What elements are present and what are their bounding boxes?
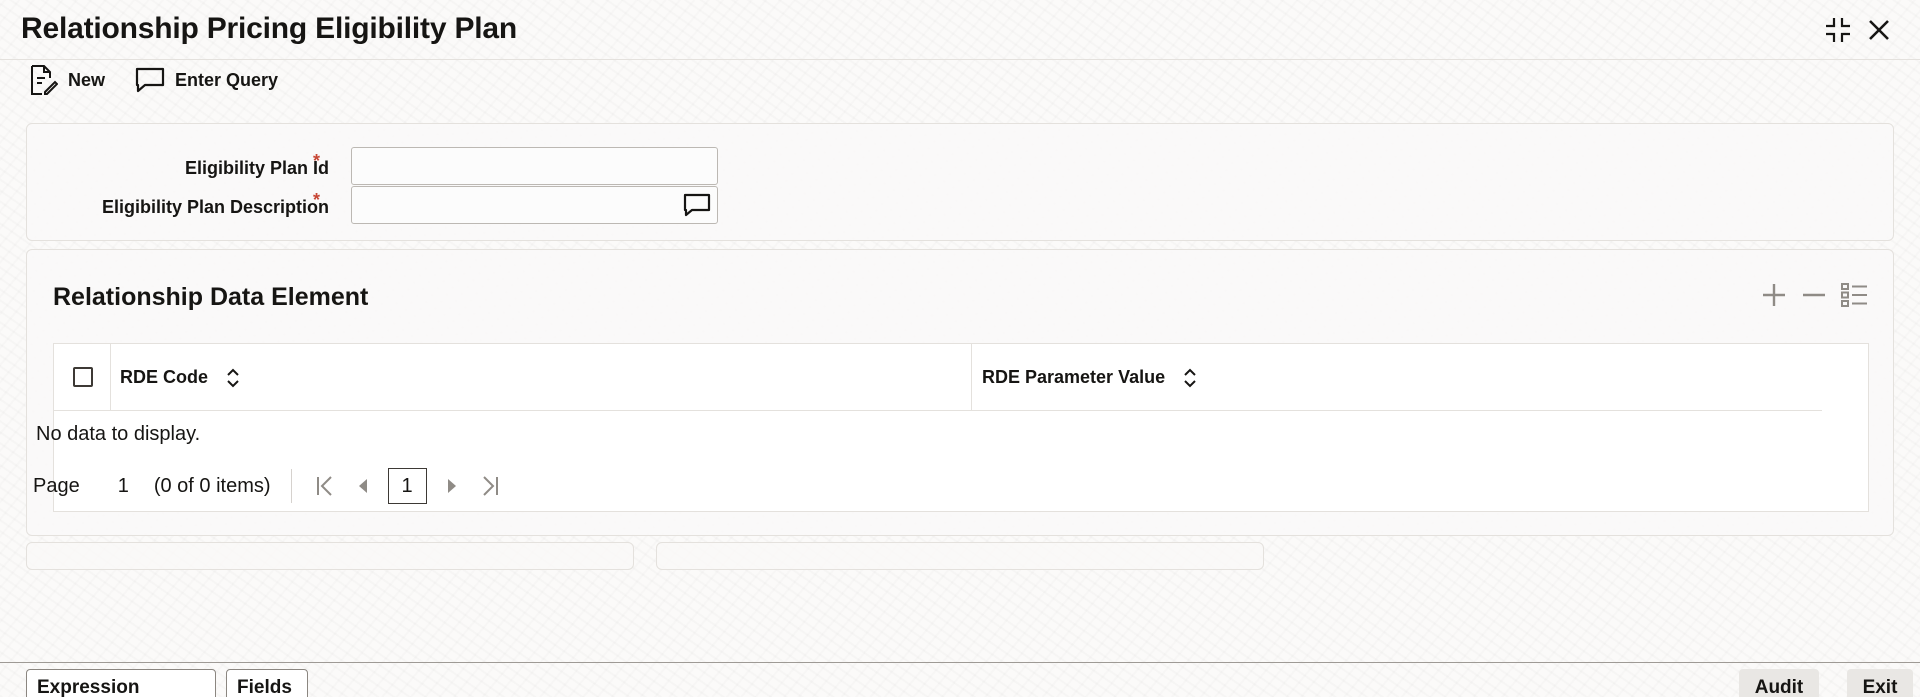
close-icon[interactable] xyxy=(1863,14,1895,46)
new-document-icon xyxy=(28,64,58,96)
select-all-checkbox[interactable] xyxy=(73,367,93,387)
empty-panel xyxy=(656,542,1264,570)
first-page-icon[interactable] xyxy=(311,471,339,501)
plan-description-label: Eligibility Plan Description xyxy=(101,197,329,217)
speech-bubble-icon xyxy=(135,66,165,94)
exit-button[interactable]: Exit xyxy=(1847,669,1913,697)
fields-button[interactable]: Fields xyxy=(226,669,308,697)
plan-id-input[interactable] xyxy=(352,148,717,184)
new-button-label: New xyxy=(68,69,106,90)
column-header-rde-code[interactable]: RDE Code xyxy=(120,344,970,411)
required-marker: * xyxy=(313,151,321,171)
next-page-icon[interactable] xyxy=(438,471,466,501)
page-number: 1 xyxy=(117,474,129,497)
plan-form-panel: Eligibility Plan Id * Eligibility Plan D… xyxy=(26,123,1894,241)
single-record-view-icon[interactable] xyxy=(1839,280,1869,310)
column-label: RDE Parameter Value xyxy=(982,367,1166,387)
current-page-input[interactable]: 1 xyxy=(387,468,427,504)
delete-row-icon[interactable] xyxy=(1799,280,1829,310)
page-label: Page xyxy=(33,474,80,497)
description-popup-icon[interactable] xyxy=(683,192,711,220)
pagination: Page 1 (0 of 0 items) 1 xyxy=(33,468,509,504)
collapse-icon[interactable] xyxy=(1822,14,1854,46)
required-marker: * xyxy=(313,190,321,210)
plan-description-field[interactable] xyxy=(351,186,718,224)
add-row-icon[interactable] xyxy=(1759,280,1789,310)
footer-bar: Expression Builder Fields Audit Exit xyxy=(0,662,1920,697)
grid-toolbar xyxy=(1759,280,1869,310)
section-title: Relationship Data Element xyxy=(53,283,369,311)
last-page-icon[interactable] xyxy=(476,471,504,501)
expression-builder-button[interactable]: Expression Builder xyxy=(26,669,216,697)
column-header-rde-parameter-value[interactable]: RDE Parameter Value xyxy=(971,344,1821,411)
select-all-cell xyxy=(54,344,111,411)
empty-table-message: No data to display. xyxy=(36,423,201,445)
enter-query-label: Enter Query xyxy=(175,69,279,90)
plan-id-label: Eligibility Plan Id xyxy=(184,158,329,178)
previous-page-icon[interactable] xyxy=(349,471,377,501)
plan-id-field[interactable] xyxy=(351,147,718,185)
audit-button[interactable]: Audit xyxy=(1739,669,1819,697)
sort-icon[interactable] xyxy=(1183,368,1197,388)
toolbar: New Enter Query xyxy=(28,64,278,96)
item-count: (0 of 0 items) xyxy=(153,474,271,497)
enter-query-button[interactable]: Enter Query xyxy=(135,66,278,94)
pager-divider xyxy=(290,469,292,503)
new-button[interactable]: New xyxy=(28,64,105,96)
sort-icon[interactable] xyxy=(226,368,240,388)
table-header: RDE Code RDE Parameter Value xyxy=(54,344,1822,411)
empty-panel xyxy=(26,542,634,570)
header-bar: Relationship Pricing Eligibility Plan xyxy=(0,0,1920,60)
plan-description-input[interactable] xyxy=(352,187,717,223)
column-label: RDE Code xyxy=(120,367,209,387)
page-title: Relationship Pricing Eligibility Plan xyxy=(21,12,518,45)
